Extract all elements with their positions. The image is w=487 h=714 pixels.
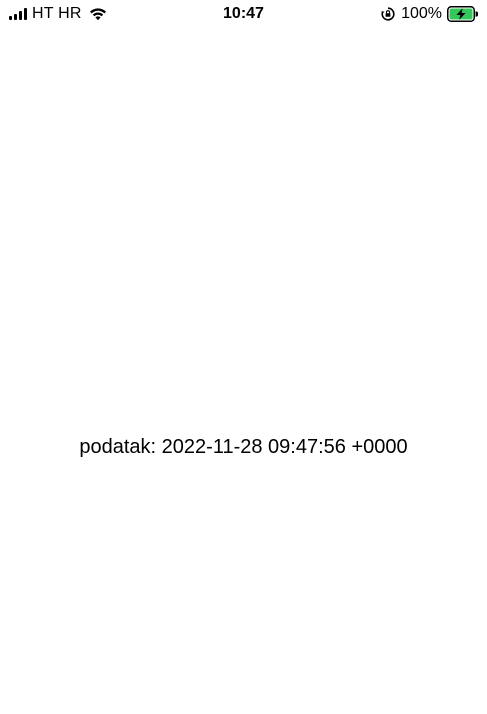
data-message: podatak: 2022-11-28 09:47:56 +0000 [79,436,408,458]
status-right: 100% [381,5,478,23]
orientation-lock-icon [381,7,395,21]
battery-charging-icon [447,6,478,22]
battery-percentage: 100% [401,5,442,22]
status-bar: HT HR 10:47 100% [0,0,487,28]
